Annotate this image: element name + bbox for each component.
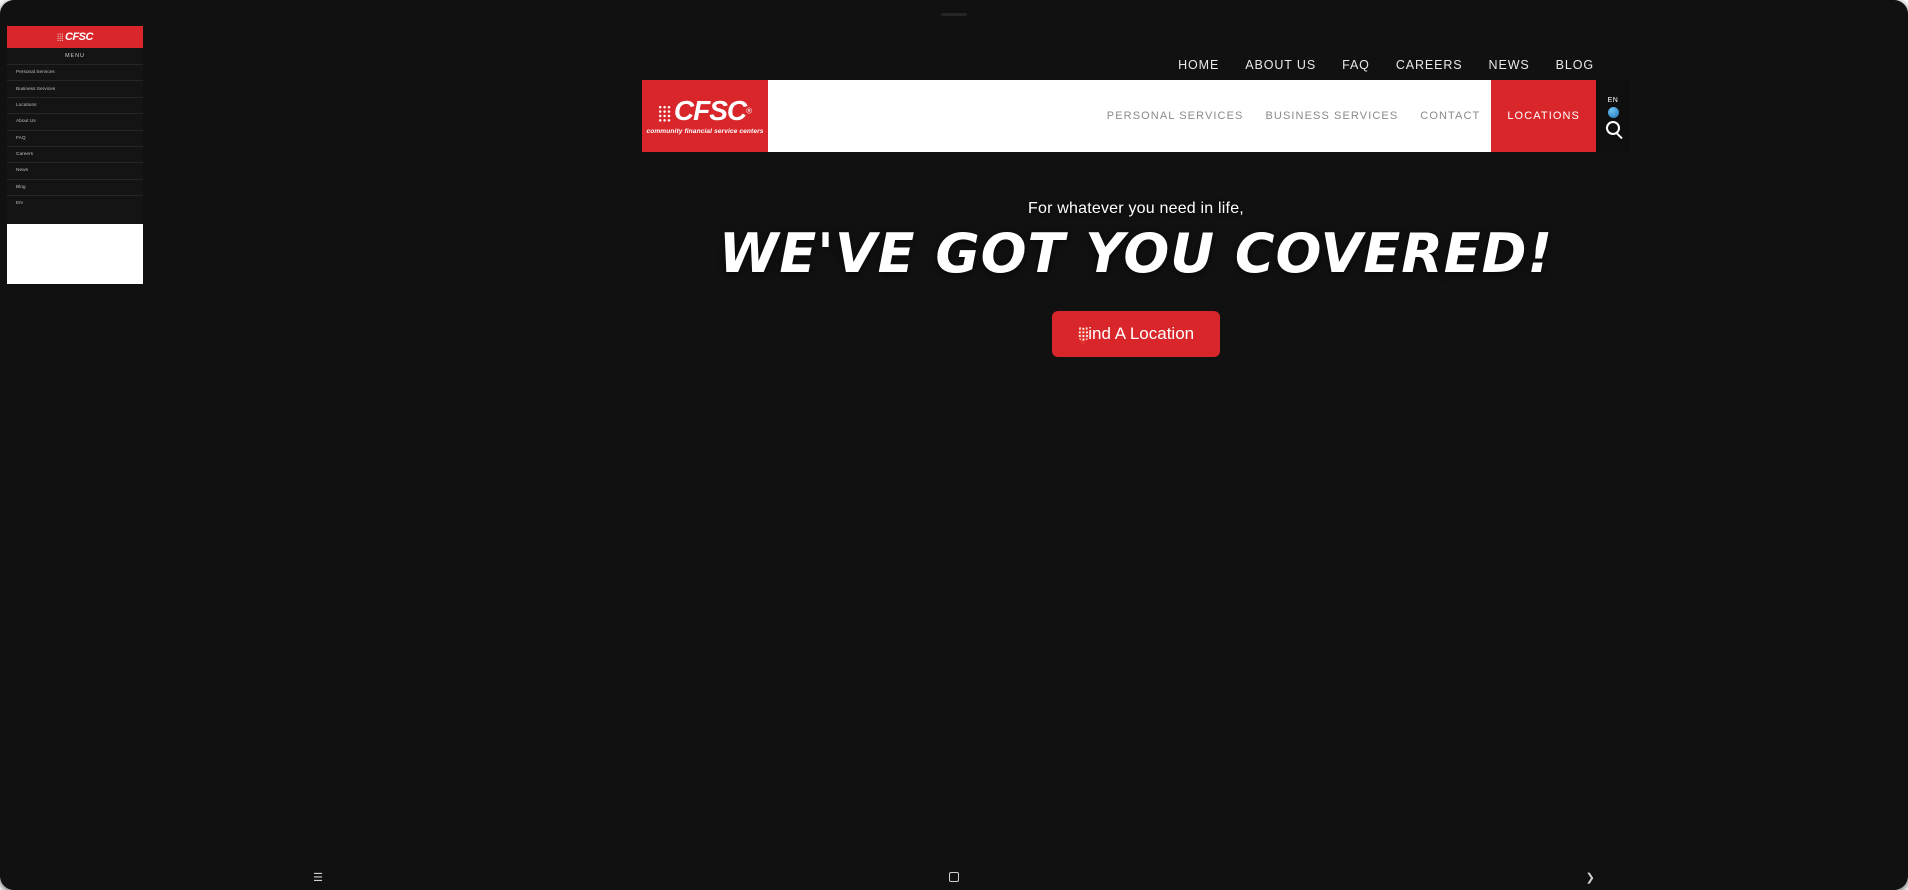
hero-subtitle: For whatever you need in life,	[1028, 200, 1244, 217]
device-mockup-stage: HOME ABOUT US FAQ CAREERS NEWS BLOG CFSC…	[0, 0, 1908, 890]
menu-item-locations[interactable]: Locations	[7, 96, 143, 113]
language-label[interactable]: EN	[1608, 97, 1619, 104]
nav-item-locations[interactable]: LOCATIONS	[1491, 80, 1596, 152]
logo-tagline: community financial service centers	[646, 128, 764, 135]
nav-item-contact[interactable]: CONTACT	[1409, 110, 1491, 122]
nav-item-business-services[interactable]: BUSINESS SERVICES	[1254, 110, 1409, 122]
topnav-item-about-us[interactable]: ABOUT US	[1245, 58, 1316, 72]
hero-title: WE'VE GOT YOU COVERED!	[718, 222, 1554, 285]
phone-header[interactable]: CFSC	[7, 26, 143, 48]
phone-viewport: CFSC MENU Personal Services Business Ser…	[7, 26, 143, 284]
menu-item-about-us[interactable]: About Us	[7, 113, 143, 129]
earpiece-speaker-icon	[941, 13, 967, 16]
registered-trademark-icon: ®	[746, 106, 753, 116]
dot-grid-icon	[57, 33, 64, 41]
location-pin-icon	[1077, 327, 1089, 341]
globe-icon[interactable]	[1607, 107, 1619, 118]
topnav-item-home[interactable]: HOME	[1178, 58, 1219, 72]
logo-wordmark: CFSC	[673, 95, 747, 126]
menu-item-blog[interactable]: Blog	[7, 178, 143, 195]
menu-item-faq[interactable]: FAQ	[7, 129, 143, 146]
menu-item-personal-services[interactable]: Personal Services	[7, 64, 143, 80]
menu-item-language[interactable]: EN	[7, 195, 143, 211]
menu-item-careers[interactable]: Careers	[7, 145, 143, 162]
menu-title: MENU	[65, 53, 85, 59]
topnav-item-news[interactable]: NEWS	[1489, 58, 1530, 72]
mobile-menu[interactable]: MENU Personal Services Business Services…	[7, 48, 143, 224]
desktop-nav-tools[interactable]: EN	[1596, 80, 1630, 152]
topnav-item-careers[interactable]: CAREERS	[1396, 58, 1463, 72]
home-square-icon[interactable]	[949, 872, 960, 882]
logo-wordmark: CFSC	[65, 31, 93, 43]
desktop-logo-bar: CFSC® community financial service center…	[642, 80, 1630, 152]
search-icon[interactable]	[1606, 121, 1620, 135]
dot-grid-icon	[657, 105, 671, 122]
recents-icon[interactable]: ☰	[313, 871, 323, 884]
topnav-item-blog[interactable]: BLOG	[1556, 58, 1594, 72]
nav-item-personal-services[interactable]: PERSONAL SERVICES	[1096, 110, 1255, 122]
menu-item-business-services[interactable]: Business Services	[7, 80, 143, 96]
topnav-item-faq[interactable]: FAQ	[1342, 58, 1370, 72]
find-a-location-button[interactable]: Find A Location	[1051, 311, 1221, 357]
hero-copy: For whatever you need in life, WE'VE GOT…	[642, 200, 1630, 357]
cfsc-logo[interactable]: CFSC® community financial service center…	[642, 80, 768, 152]
back-icon[interactable]: ❯	[1586, 871, 1595, 884]
find-a-location-label: Find A Location	[1077, 324, 1195, 343]
desktop-main-nav[interactable]: PERSONAL SERVICES BUSINESS SERVICES CONT…	[1096, 80, 1630, 152]
phone-system-nav[interactable]: ☰ ❯	[0, 867, 1908, 887]
menu-item-news[interactable]: News	[7, 162, 143, 178]
desktop-top-nav[interactable]: HOME ABOUT US FAQ CAREERS NEWS BLOG	[1178, 50, 1630, 80]
